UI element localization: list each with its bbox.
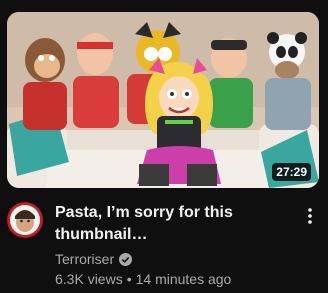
video-thumbnail[interactable]: 27:29 bbox=[7, 12, 319, 188]
separator-dot: • bbox=[126, 271, 132, 287]
more-options-button[interactable] bbox=[300, 204, 320, 228]
more-vertical-icon bbox=[308, 208, 312, 224]
channel-name: Terroriser bbox=[55, 251, 115, 267]
thumbnail-illustration bbox=[7, 12, 319, 188]
duration-badge: 27:29 bbox=[272, 163, 311, 181]
upload-age: 14 minutes ago bbox=[135, 271, 232, 287]
video-metadata: Pasta, I’m sorry for this thumbnail… Ter… bbox=[7, 200, 328, 293]
video-title-line-2: thumbnail… bbox=[55, 226, 148, 243]
view-count: 6.3K views bbox=[55, 271, 123, 287]
video-title[interactable]: Pasta, I’m sorry for this thumbnail… bbox=[55, 202, 295, 246]
video-card: 27:29 Pasta, I’m sorry for this thumbnai… bbox=[0, 0, 328, 293]
channel-avatar[interactable] bbox=[7, 202, 43, 238]
video-stats: 6.3K views • 14 minutes ago bbox=[55, 270, 231, 288]
video-title-line-1: Pasta, I’m sorry for this bbox=[55, 204, 233, 221]
channel-link[interactable]: Terroriser bbox=[55, 250, 133, 268]
avatar-image bbox=[7, 202, 43, 238]
verified-check-icon bbox=[119, 252, 133, 266]
